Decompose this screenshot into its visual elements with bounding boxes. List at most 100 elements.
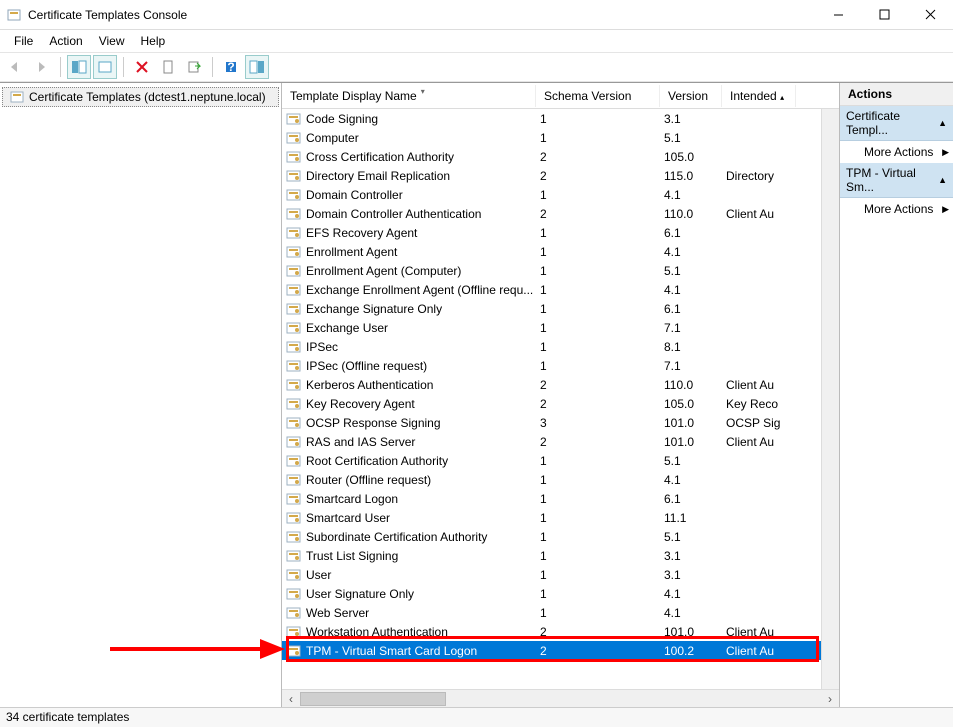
- table-row[interactable]: User Signature Only14.1: [282, 584, 821, 603]
- table-row[interactable]: Directory Email Replication2115.0Directo…: [282, 166, 821, 185]
- tree-pane: Certificate Templates (dctest1.neptune.l…: [0, 83, 282, 707]
- cell-name: Exchange Enrollment Agent (Offline requ.…: [306, 283, 540, 297]
- table-row[interactable]: User13.1: [282, 565, 821, 584]
- table-row[interactable]: Code Signing13.1: [282, 109, 821, 128]
- cell-name: Trust List Signing: [306, 549, 540, 563]
- window-title: Certificate Templates Console: [28, 8, 187, 22]
- table-row[interactable]: Kerberos Authentication2110.0Client Au: [282, 375, 821, 394]
- back-button[interactable]: [4, 55, 28, 79]
- cell-version: 5.1: [664, 530, 726, 544]
- col-version[interactable]: Version: [660, 85, 722, 107]
- table-row[interactable]: Exchange User17.1: [282, 318, 821, 337]
- toolbar-separator: [123, 57, 124, 77]
- export-button[interactable]: [182, 55, 206, 79]
- cell-name: Key Recovery Agent: [306, 397, 540, 411]
- table-row[interactable]: Router (Offline request)14.1: [282, 470, 821, 489]
- table-row[interactable]: Computer15.1: [282, 128, 821, 147]
- table-row[interactable]: IPSec (Offline request)17.1: [282, 356, 821, 375]
- certificate-icon: [286, 568, 302, 582]
- table-row[interactable]: Root Certification Authority15.1: [282, 451, 821, 470]
- table-row[interactable]: Domain Controller Authentication2110.0Cl…: [282, 204, 821, 223]
- minimize-button[interactable]: [815, 0, 861, 30]
- certificate-icon: [286, 397, 302, 411]
- table-row[interactable]: Key Recovery Agent2105.0Key Reco: [282, 394, 821, 413]
- actions-header: Actions: [840, 83, 953, 106]
- cell-name: IPSec: [306, 340, 540, 354]
- status-text: 34 certificate templates: [6, 710, 129, 724]
- delete-button[interactable]: [130, 55, 154, 79]
- close-button[interactable]: [907, 0, 953, 30]
- table-row[interactable]: Exchange Signature Only16.1: [282, 299, 821, 318]
- list-body: Code Signing13.1Computer15.1Cross Certif…: [282, 109, 821, 689]
- menu-file[interactable]: File: [6, 32, 41, 50]
- certificate-icon: [286, 264, 302, 278]
- menu-help[interactable]: Help: [133, 32, 174, 50]
- cell-name: IPSec (Offline request): [306, 359, 540, 373]
- table-row[interactable]: Smartcard User111.1: [282, 508, 821, 527]
- cell-schema: 3: [540, 416, 664, 430]
- scroll-right-icon[interactable]: ›: [821, 690, 839, 708]
- menu-view[interactable]: View: [91, 32, 133, 50]
- action-more-selected[interactable]: More Actions▶: [840, 198, 953, 220]
- certificate-icon: [286, 245, 302, 259]
- cell-name: Cross Certification Authority: [306, 150, 540, 164]
- cell-name: Exchange User: [306, 321, 540, 335]
- cell-name: Subordinate Certification Authority: [306, 530, 540, 544]
- cell-version: 8.1: [664, 340, 726, 354]
- actions-pane-button[interactable]: [245, 55, 269, 79]
- cell-schema: 1: [540, 264, 664, 278]
- table-row[interactable]: Web Server14.1: [282, 603, 821, 622]
- maximize-button[interactable]: [861, 0, 907, 30]
- properties-button[interactable]: [93, 55, 117, 79]
- cell-intended: Key Reco: [726, 397, 800, 411]
- cell-schema: 1: [540, 131, 664, 145]
- table-row[interactable]: Subordinate Certification Authority15.1: [282, 527, 821, 546]
- status-bar: 34 certificate templates: [0, 707, 953, 727]
- cell-version: 5.1: [664, 131, 726, 145]
- cell-intended: Directory: [726, 169, 800, 183]
- col-intended[interactable]: Intended ▴: [722, 85, 796, 107]
- table-row[interactable]: Trust List Signing13.1: [282, 546, 821, 565]
- table-row[interactable]: Domain Controller14.1: [282, 185, 821, 204]
- action-more-templates[interactable]: More Actions▶: [840, 141, 953, 163]
- cell-version: 3.1: [664, 112, 726, 126]
- template-folder-icon: [9, 89, 25, 105]
- horizontal-scrollbar[interactable]: ‹ ›: [282, 689, 839, 707]
- table-row[interactable]: OCSP Response Signing3101.0OCSP Sig: [282, 413, 821, 432]
- cell-name: EFS Recovery Agent: [306, 226, 540, 240]
- action-group-templates[interactable]: Certificate Templ...▲: [840, 106, 953, 141]
- certificate-icon: [286, 549, 302, 563]
- cell-version: 101.0: [664, 435, 726, 449]
- col-template-name[interactable]: Template Display Name: [282, 85, 536, 107]
- cell-schema: 2: [540, 397, 664, 411]
- forward-button[interactable]: [30, 55, 54, 79]
- action-group-selected[interactable]: TPM - Virtual Sm...▲: [840, 163, 953, 198]
- help-button[interactable]: ?: [219, 55, 243, 79]
- toolbar: ?: [0, 52, 953, 82]
- table-row[interactable]: EFS Recovery Agent16.1: [282, 223, 821, 242]
- cell-schema: 1: [540, 302, 664, 316]
- tree-root-item[interactable]: Certificate Templates (dctest1.neptune.l…: [2, 87, 279, 107]
- table-row[interactable]: Enrollment Agent14.1: [282, 242, 821, 261]
- table-row[interactable]: Enrollment Agent (Computer)15.1: [282, 261, 821, 280]
- scroll-left-icon[interactable]: ‹: [282, 690, 300, 708]
- page-button[interactable]: [156, 55, 180, 79]
- cell-version: 110.0: [664, 378, 726, 392]
- table-row[interactable]: RAS and IAS Server2101.0Client Au: [282, 432, 821, 451]
- certificate-icon: [286, 112, 302, 126]
- table-row[interactable]: Smartcard Logon16.1: [282, 489, 821, 508]
- menu-action[interactable]: Action: [41, 32, 90, 50]
- vertical-scrollbar[interactable]: [821, 109, 839, 689]
- show-tree-button[interactable]: [67, 55, 91, 79]
- certificate-icon: [286, 587, 302, 601]
- col-schema-version[interactable]: Schema Version: [536, 85, 660, 107]
- table-row[interactable]: Exchange Enrollment Agent (Offline requ.…: [282, 280, 821, 299]
- cell-schema: 1: [540, 606, 664, 620]
- scroll-thumb[interactable]: [300, 692, 446, 706]
- table-row[interactable]: Cross Certification Authority2105.0: [282, 147, 821, 166]
- table-row[interactable]: IPSec18.1: [282, 337, 821, 356]
- cell-name: Enrollment Agent: [306, 245, 540, 259]
- cell-intended: Client Au: [726, 207, 800, 221]
- cell-name: Enrollment Agent (Computer): [306, 264, 540, 278]
- collapse-icon: ▲: [938, 118, 947, 128]
